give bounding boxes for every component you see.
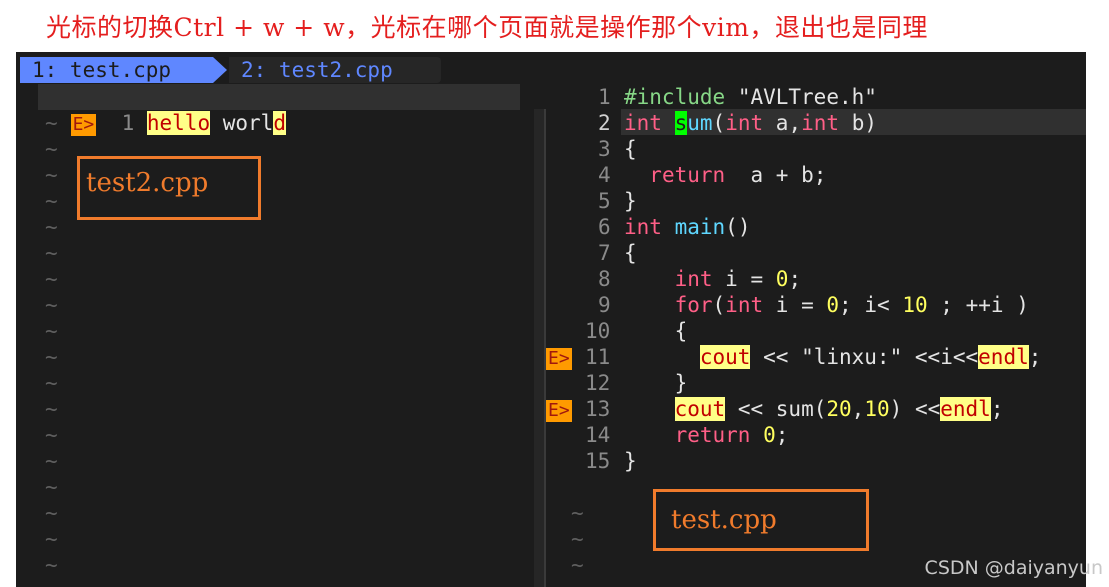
line-number: 11 [585, 345, 611, 369]
left-annotation-label: test2.cpp [86, 168, 209, 198]
tilde-line: ~ [45, 241, 58, 265]
code-line[interactable]: int main() [624, 214, 750, 240]
tilde-line: ~ [571, 553, 584, 577]
line-number: 15 [585, 449, 611, 473]
tabline: 1: test.cpp 2: test2.cpp [16, 57, 1086, 83]
error-sign: E> [70, 114, 97, 136]
tab-test-cpp[interactable]: 1: test.cpp [20, 57, 213, 83]
tilde-line: ~ [45, 215, 58, 239]
tilde-line: ~ [45, 423, 58, 447]
line-number: 12 [585, 371, 611, 395]
tilde-line: ~ [45, 345, 58, 369]
right-annotation-label: test.cpp [671, 505, 777, 535]
watermark: CSDN @daiyanyun [924, 557, 1103, 579]
line-number: 10 [585, 319, 611, 343]
error-sign: E> [546, 400, 572, 422]
code-line[interactable]: int i = 0; [624, 266, 802, 292]
code-line[interactable]: } [624, 188, 637, 214]
line-number: 1 [598, 85, 611, 109]
code-line[interactable]: cout << sum(20,10) <<endl; [624, 396, 1003, 422]
highlight-char: d [273, 111, 286, 135]
line-number: 13 [585, 397, 611, 421]
tilde-line: ~ [45, 553, 58, 577]
tab-arrow-icon [213, 57, 227, 83]
line-number: 3 [598, 137, 611, 161]
code-line[interactable]: } [624, 370, 688, 396]
tab-test2-cpp[interactable]: 2: test2.cpp [229, 57, 441, 83]
line-number: 7 [598, 241, 611, 265]
code-line[interactable]: { [624, 136, 637, 162]
tilde-line: ~ [45, 319, 58, 343]
highlight-word: hello [146, 111, 211, 135]
caption: 光标的切换Ctrl + w + w，光标在哪个页面就是操作那个vim，退出也是同… [46, 13, 928, 42]
line-number: 2 [598, 111, 611, 135]
tilde-line: ~ [45, 371, 58, 395]
line-number: 5 [598, 189, 611, 213]
line-number: 4 [598, 163, 611, 187]
code-line[interactable]: return a + b; [624, 162, 826, 188]
code-line[interactable]: } [624, 448, 637, 474]
tilde-line: ~ [571, 501, 584, 525]
line-number: 6 [598, 215, 611, 239]
line-number: 9 [598, 293, 611, 317]
tilde-line: ~ [45, 137, 58, 161]
tilde-line: ~ [45, 267, 58, 291]
tilde-line: ~ [45, 527, 58, 551]
tilde-line: ~ [45, 397, 58, 421]
plain-word: worl [222, 111, 274, 135]
code-line[interactable]: { [624, 318, 688, 344]
tilde-line: ~ [45, 475, 58, 499]
code-line[interactable]: return 0; [624, 422, 789, 448]
code-line[interactable]: int sum(int a,int b) [624, 110, 877, 136]
tilde-line: ~ [45, 449, 58, 473]
tilde-line: ~ [571, 527, 584, 551]
error-sign: E> [546, 348, 572, 370]
code-line[interactable]: for(int i = 0; i< 10 ; ++i ) [624, 292, 1029, 318]
tilde-line: ~ [45, 293, 58, 317]
tilde-line: ~ [45, 189, 58, 213]
line-number: 8 [598, 267, 611, 291]
line-number: 14 [585, 423, 611, 447]
code-line[interactable]: #include "AVLTree.h" [624, 84, 877, 110]
tilde-line: ~ [45, 501, 58, 525]
left-line-1[interactable]: E> 1 hello world [20, 84, 286, 136]
line-number: 1 [121, 111, 135, 135]
tilde-line: ~ [45, 163, 58, 187]
vim-terminal[interactable]: 1: test.cpp 2: test2.cpp E> 1 hello worl… [16, 52, 1086, 587]
tilde-line: ~ [45, 111, 58, 135]
split-gutter [534, 109, 544, 587]
code-line[interactable]: { [624, 240, 637, 266]
code-line[interactable]: cout << "linxu:" <<i<<endl; [624, 344, 1041, 370]
